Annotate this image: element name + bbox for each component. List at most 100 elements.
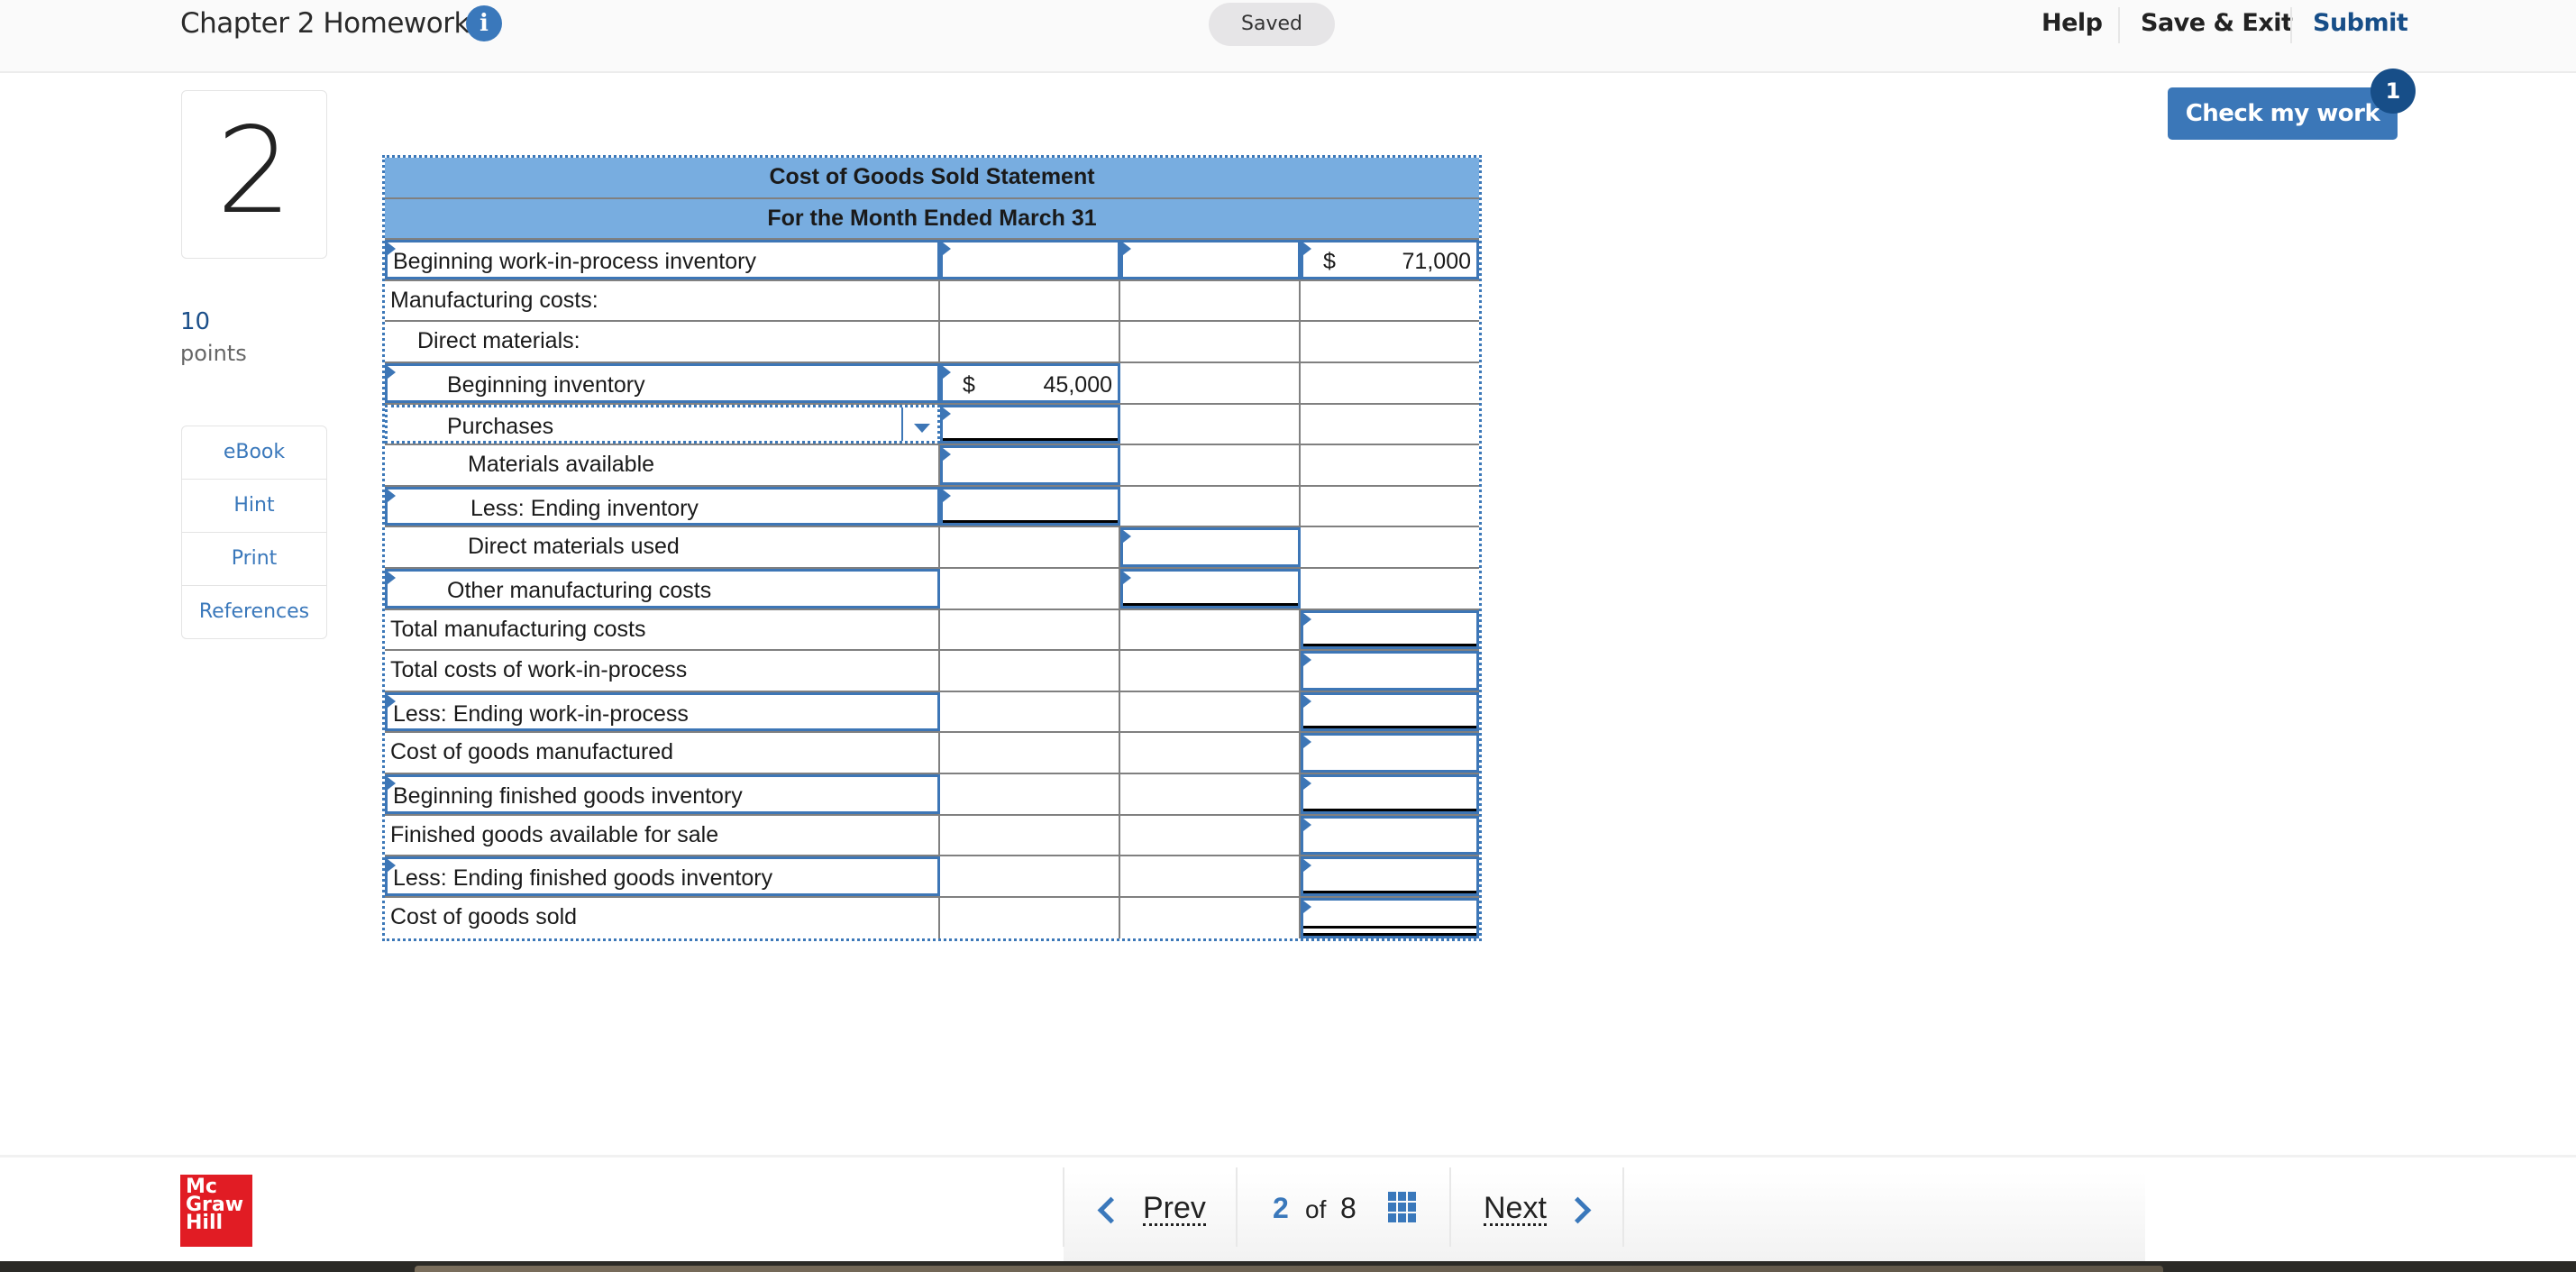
input-marker-icon bbox=[1303, 776, 1311, 790]
amount-input[interactable] bbox=[1301, 773, 1479, 814]
input-marker-icon bbox=[1123, 243, 1131, 256]
hint-link[interactable]: Hint bbox=[182, 479, 326, 532]
submit-link[interactable]: Submit bbox=[2313, 9, 2408, 37]
dropdown-arrow-icon[interactable] bbox=[901, 407, 937, 442]
page-of-label: of bbox=[1305, 1195, 1327, 1223]
row-label-text: Cost of goods manufactured bbox=[390, 739, 674, 765]
logo-line: Hill bbox=[186, 1212, 224, 1234]
empty-cell bbox=[1301, 363, 1479, 403]
amount-input[interactable] bbox=[1120, 240, 1301, 279]
next-button[interactable]: Next bbox=[1484, 1193, 1547, 1226]
account-label-select[interactable]: Beginning work-in-process inventory bbox=[385, 240, 940, 279]
empty-cell bbox=[940, 527, 1120, 567]
empty-cell bbox=[1301, 445, 1479, 485]
statement-row: Beginning finished goods inventory bbox=[385, 773, 1479, 816]
amount-input[interactable] bbox=[1301, 897, 1479, 939]
taskbar bbox=[415, 1266, 2163, 1272]
empty-cell bbox=[1301, 405, 1479, 444]
row-label: Finished goods available for sale bbox=[385, 815, 940, 856]
input-marker-icon bbox=[1303, 612, 1311, 626]
info-icon[interactable]: i bbox=[466, 5, 502, 41]
ebook-link[interactable]: eBook bbox=[182, 426, 326, 479]
amount-input[interactable]: $71,000 bbox=[1301, 240, 1479, 279]
amount-input[interactable] bbox=[940, 240, 1120, 279]
amount-input[interactable] bbox=[940, 404, 1120, 444]
input-marker-icon bbox=[388, 489, 396, 502]
account-label-select[interactable]: Less: Ending inventory bbox=[385, 486, 940, 526]
amount-input[interactable] bbox=[1120, 527, 1301, 567]
empty-cell bbox=[940, 322, 1120, 361]
assignment-title: Chapter 2 Homework bbox=[180, 7, 470, 40]
empty-cell bbox=[1120, 856, 1301, 896]
amount-input[interactable]: $45,000 bbox=[940, 362, 1120, 403]
row-label-text: Total costs of work-in-process bbox=[390, 657, 688, 683]
input-marker-icon bbox=[1303, 694, 1311, 708]
empty-cell bbox=[940, 897, 1120, 939]
points-label: points bbox=[180, 341, 247, 366]
references-link[interactable]: References bbox=[182, 585, 326, 638]
save-exit-link[interactable]: Save & Exit bbox=[2141, 9, 2293, 37]
points-value: 10 bbox=[180, 308, 211, 335]
row-label: Manufacturing costs: bbox=[385, 280, 940, 321]
empty-cell bbox=[1120, 691, 1301, 732]
row-label: Direct materials used bbox=[385, 527, 940, 567]
account-label-select[interactable]: Less: Ending finished goods inventory bbox=[385, 856, 940, 896]
empty-cell bbox=[1120, 815, 1301, 856]
statement-row: Total manufacturing costs bbox=[385, 609, 1479, 652]
empty-cell bbox=[940, 691, 1120, 732]
empty-cell bbox=[1301, 281, 1479, 321]
input-marker-icon bbox=[1303, 243, 1311, 256]
input-marker-icon bbox=[388, 365, 396, 379]
empty-cell bbox=[1120, 280, 1301, 321]
amount-input[interactable] bbox=[1301, 815, 1479, 856]
input-marker-icon bbox=[943, 448, 951, 462]
empty-cell bbox=[940, 651, 1120, 691]
question-grid-icon[interactable] bbox=[1388, 1192, 1417, 1223]
statement-row: Materials available bbox=[385, 445, 1479, 487]
amount-input[interactable] bbox=[1120, 568, 1301, 609]
amount-input[interactable] bbox=[1301, 651, 1479, 691]
statement-title: Cost of Goods Sold Statement bbox=[385, 158, 1479, 199]
empty-cell bbox=[940, 815, 1120, 856]
input-marker-icon bbox=[388, 243, 396, 256]
account-label-select[interactable]: Beginning inventory bbox=[385, 362, 940, 403]
input-marker-icon bbox=[1303, 736, 1311, 749]
prev-button[interactable]: Prev bbox=[1143, 1193, 1206, 1226]
currency-symbol: $ bbox=[1323, 249, 1336, 275]
mcgraw-hill-logo: Mc Graw Hill bbox=[180, 1175, 252, 1247]
row-label-text: Less: Ending finished goods inventory bbox=[393, 865, 773, 892]
account-dropdown[interactable]: Purchases bbox=[385, 404, 940, 444]
divider bbox=[1063, 1167, 1064, 1247]
amount-input[interactable] bbox=[1301, 609, 1479, 650]
divider bbox=[1622, 1167, 1624, 1247]
input-marker-icon bbox=[388, 776, 396, 790]
amount-input[interactable] bbox=[1301, 856, 1479, 896]
amount-input[interactable] bbox=[1301, 733, 1479, 773]
amount-input[interactable] bbox=[940, 445, 1120, 485]
statement-row: Beginning work-in-process inventory $71,0… bbox=[385, 240, 1479, 281]
check-my-work-button[interactable]: Check my work bbox=[2168, 87, 2398, 140]
empty-cell bbox=[1120, 733, 1301, 773]
row-label: Materials available bbox=[385, 445, 940, 485]
statement-row: Finished goods available for sale bbox=[385, 815, 1479, 857]
empty-cell bbox=[1120, 445, 1301, 485]
input-marker-icon bbox=[943, 365, 951, 379]
row-label-text: Purchases bbox=[447, 413, 554, 439]
account-label-select[interactable]: Beginning finished goods inventory bbox=[385, 773, 940, 814]
print-link[interactable]: Print bbox=[182, 532, 326, 585]
account-label-select[interactable]: Other manufacturing costs bbox=[385, 568, 940, 609]
input-marker-icon bbox=[388, 859, 396, 873]
input-marker-icon bbox=[1303, 859, 1311, 873]
empty-cell bbox=[940, 568, 1120, 609]
row-label-text: Beginning finished goods inventory bbox=[393, 782, 743, 809]
amount-input[interactable] bbox=[940, 486, 1120, 526]
help-link[interactable]: Help bbox=[2042, 9, 2103, 37]
question-resources-menu: eBook Hint Print References bbox=[181, 426, 327, 639]
account-label-select[interactable]: Less: Ending work-in-process bbox=[385, 691, 940, 732]
amount-input[interactable] bbox=[1301, 691, 1479, 732]
row-label-text: Manufacturing costs: bbox=[390, 287, 598, 313]
statement-period: For the Month Ended March 31 bbox=[385, 198, 1479, 241]
empty-cell bbox=[940, 773, 1120, 814]
footer-nav-background bbox=[1064, 1172, 2145, 1261]
divider bbox=[2118, 7, 2120, 43]
